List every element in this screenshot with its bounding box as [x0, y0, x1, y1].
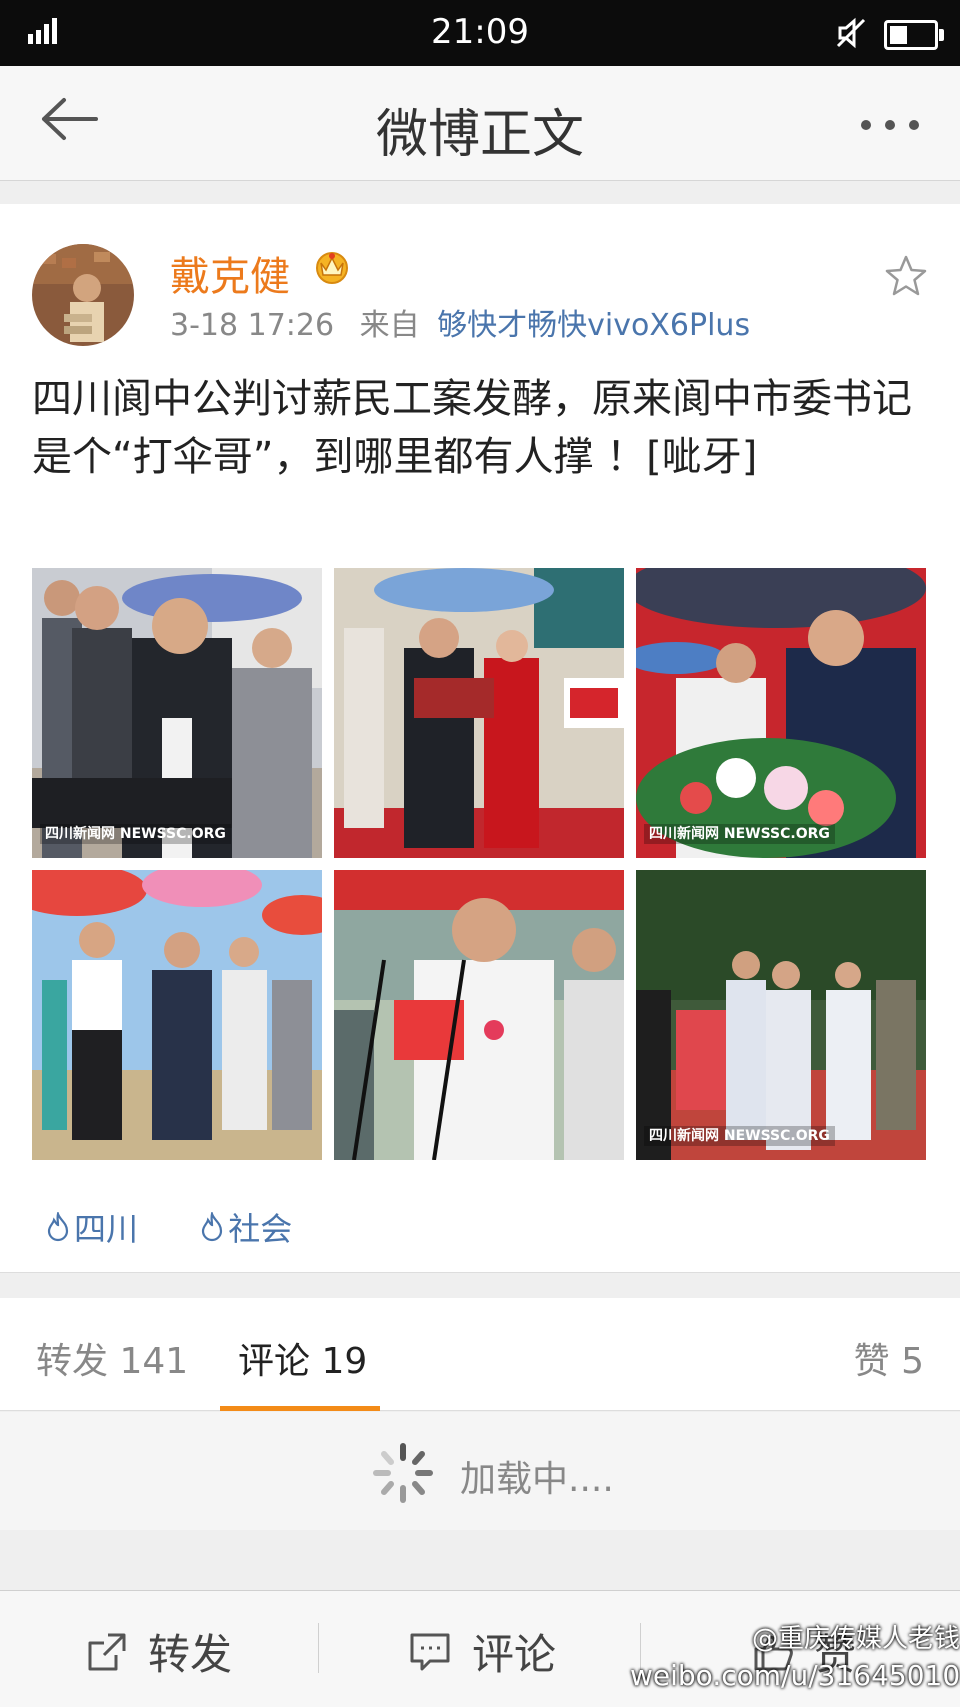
post-image-3[interactable]: 四川新闻网 NEWSSC.ORG: [636, 568, 926, 858]
share-icon: [88, 1633, 126, 1670]
tag-sichuan[interactable]: 四川: [46, 1204, 138, 1250]
avatar[interactable]: [32, 244, 134, 346]
vip-crown-icon: [316, 252, 348, 284]
status-bar: 21:09: [0, 0, 960, 66]
comment-bubble-icon: [410, 1633, 450, 1670]
post-text: 四川阆中公判讨薪民工案发酵，原来阆中市委书记是个“打伞哥”，到哪里都有人撑 ！[…: [32, 376, 912, 480]
comment-button[interactable]: 评论: [408, 1621, 556, 1682]
repost-count: 141: [119, 1341, 189, 1382]
tag-society[interactable]: 社会: [200, 1204, 292, 1250]
repost-button[interactable]: 转发: [86, 1621, 232, 1682]
more-dots-icon[interactable]: [860, 118, 920, 132]
tab-repost[interactable]: 转发 141: [36, 1332, 188, 1384]
post-image-6[interactable]: 四川新闻网 NEWSSC.ORG: [636, 870, 926, 1160]
interaction-tabs: 转发 141 评论 19 赞 5: [0, 1298, 960, 1411]
divider: [318, 1623, 319, 1673]
tag-label: 四川: [74, 1210, 139, 1248]
post-meta: 3-18 17:26 来自 够快才畅快vivoX6Plus: [170, 300, 750, 344]
source-prefix: 来自: [359, 308, 420, 343]
image-watermark: 四川新闻网 NEWSSC.ORG: [644, 824, 835, 844]
image-watermark: 四川新闻网 NEWSSC.ORG: [644, 1126, 835, 1146]
watermark-url: weibo.com/u/3164501035: [630, 1659, 960, 1692]
weibo-watermark: @重庆传媒人老钱 weibo.com/u/3164501035: [630, 1618, 960, 1692]
topic-tags: 四川 社会: [46, 1204, 344, 1250]
post-card: 戴克健 3-18 17:26 来自 够快才畅快vivoX6Plus 四川阆中公判…: [0, 204, 960, 1273]
repost-label: 转发: [148, 1630, 233, 1679]
comment-count: 19: [321, 1341, 368, 1382]
tab-comment[interactable]: 评论 19: [238, 1332, 367, 1384]
post-image-1[interactable]: 四川新闻网 NEWSSC.ORG: [32, 568, 322, 858]
image-watermark: 四川新闻网 NEWSSC.ORG: [40, 824, 231, 844]
comment-label: 评论: [472, 1630, 557, 1679]
top-navigation-bar: 微博正文: [0, 66, 960, 181]
loading-spinner-icon: [373, 1443, 433, 1503]
like-count: 5: [901, 1341, 924, 1382]
page-title: 微博正文: [375, 105, 584, 165]
post-image-5[interactable]: [334, 870, 624, 1160]
comments-loading: 加载中....: [0, 1412, 960, 1530]
active-tab-indicator: [220, 1406, 380, 1411]
flame-icon: [47, 1212, 69, 1242]
post-source[interactable]: 够快才畅快vivoX6Plus: [437, 308, 750, 343]
mute-icon: [836, 17, 866, 49]
flame-icon: [202, 1212, 223, 1242]
watermark-handle: @重庆传媒人老钱: [751, 1624, 960, 1654]
clock: 21:09: [431, 12, 529, 52]
loading-text: 加载中....: [460, 1459, 614, 1500]
post-image-4[interactable]: [32, 870, 322, 1160]
tab-like[interactable]: 赞 5: [854, 1332, 924, 1384]
favorite-star-icon[interactable]: [884, 254, 928, 298]
tag-label: 社会: [228, 1210, 293, 1248]
post-time: 3-18 17:26: [170, 308, 335, 343]
post-image-2[interactable]: [334, 568, 624, 858]
author-name[interactable]: 戴克健: [170, 244, 290, 302]
battery-icon: [884, 20, 944, 50]
